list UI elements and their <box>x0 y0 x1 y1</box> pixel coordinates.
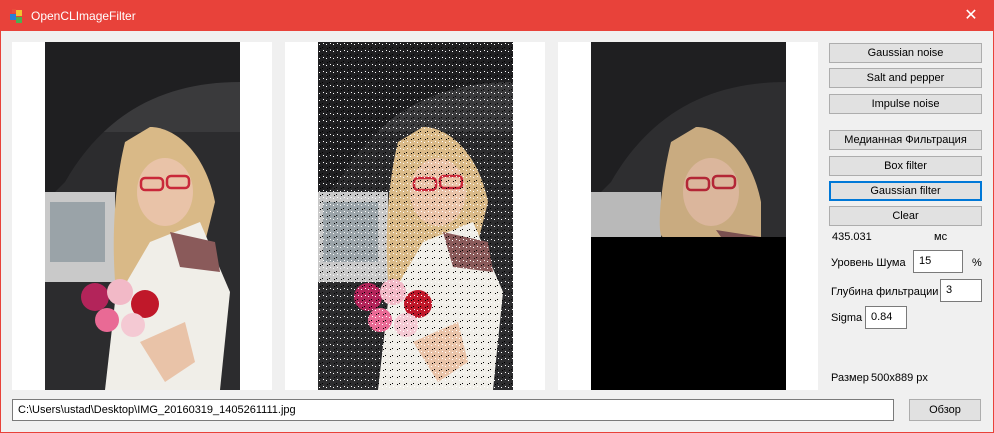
impulse-noise-button[interactable]: Impulse noise <box>829 94 982 114</box>
window-title: OpenCLImageFilter <box>31 9 136 23</box>
filtered-photo <box>591 42 786 390</box>
sigma-input[interactable]: 0.84 <box>865 306 907 329</box>
noisy-image-panel <box>285 42 545 390</box>
filtered-image-panel <box>558 42 818 390</box>
browse-button[interactable]: Обзор <box>909 399 981 421</box>
size-value: 500x889 px <box>871 372 928 384</box>
clear-button[interactable]: Clear <box>829 206 982 226</box>
box-filter-button[interactable]: Box filter <box>829 156 982 176</box>
timing-value: 435.031 <box>832 231 872 243</box>
timing-unit: мс <box>934 231 948 243</box>
title-bar: OpenCLImageFilter ✕ <box>0 0 994 31</box>
app-icon <box>10 9 22 23</box>
sigma-label: Sigma <box>831 312 863 324</box>
close-icon[interactable]: ✕ <box>948 0 994 31</box>
noise-level-unit: % <box>972 257 982 269</box>
original-photo <box>45 42 240 390</box>
file-path-input[interactable]: C:\Users\ustad\Desktop\IMG_20160319_1405… <box>12 399 894 421</box>
noise-level-label: Уровень Шума <box>831 257 906 269</box>
filter-depth-input[interactable]: 3 <box>940 279 982 302</box>
salt-and-pepper-button[interactable]: Salt and pepper <box>829 68 982 88</box>
main-window: Gaussian noise Salt and pepper Impulse n… <box>1 31 993 432</box>
gaussian-filter-button[interactable]: Gaussian filter <box>829 181 982 201</box>
noisy-photo <box>318 42 513 390</box>
median-filter-button[interactable]: Медианная Фильтрация <box>829 130 982 150</box>
size-label: Размер <box>831 372 869 384</box>
filter-depth-label: Глубина фильтрации <box>831 286 939 298</box>
gaussian-noise-button[interactable]: Gaussian noise <box>829 43 982 63</box>
noise-level-input[interactable]: 15 <box>913 250 963 273</box>
original-image-panel <box>12 42 272 390</box>
